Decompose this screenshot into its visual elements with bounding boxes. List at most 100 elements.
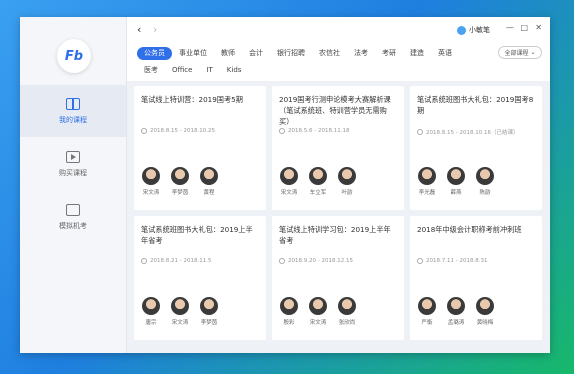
- sidebar-item-label: 购买课程: [59, 168, 87, 177]
- course-title: 2018年中级会计职称考前冲刺班: [417, 225, 522, 234]
- tab-yikao[interactable]: 医考: [137, 64, 165, 77]
- course-title: 笔试系统班图书大礼包：2019上半年省考: [141, 225, 253, 245]
- sidebar: Fb 我的课程 购买课程 模拟机考: [20, 17, 127, 353]
- course-card[interactable]: 笔试系统班图书大礼包：2019上半年省考 2018.8.21 - 2018.11…: [134, 216, 266, 340]
- chevron-down-icon: ⌄: [530, 49, 536, 56]
- teacher-name: 宋文涛: [280, 190, 298, 196]
- teacher: 李梦茵: [199, 297, 219, 326]
- course-date: 2018.7.11 - 2018.8.31: [426, 258, 488, 264]
- teacher-avatar: [280, 167, 298, 185]
- teacher-name: 李梦茵: [200, 320, 218, 326]
- course-card[interactable]: 笔试系统班图书大礼包：2019国考8期 2018.8.15 - 2018.10.…: [410, 86, 542, 210]
- forward-icon[interactable]: ›: [153, 23, 157, 36]
- exam-icon: [66, 203, 80, 216]
- user-menu[interactable]: 小敏笔: [457, 25, 490, 35]
- teacher: 李梦茵: [170, 167, 190, 196]
- teacher-name: 李光磊: [418, 190, 436, 196]
- sidebar-item-buy-courses[interactable]: 购买课程: [20, 138, 126, 190]
- teacher-name: 殷彩: [283, 320, 295, 326]
- minimize-icon[interactable]: —: [506, 23, 514, 32]
- teacher-name: 唐宗: [145, 320, 157, 326]
- teacher: 殷彩: [279, 297, 299, 326]
- clock-icon: [279, 128, 285, 134]
- clock-icon: [141, 128, 147, 134]
- teacher: 车立军: [308, 167, 328, 196]
- course-title: 笔试系统班图书大礼包：2019国考8期: [417, 95, 534, 115]
- course-title: 2019国考行测申论模考大赛解析课（笔试系统班、特训营学员无需购买）: [279, 95, 391, 126]
- teacher-name: 薛燕: [450, 190, 462, 196]
- main-panel: ‹ › 小敏笔 — □ ✕ 公务员 事业单位 教师 会计 银行招聘 农信社 法考…: [127, 17, 550, 353]
- teacher-avatar: [280, 297, 298, 315]
- teacher-name: 车立军: [309, 190, 327, 196]
- teacher-name: 宋文涛: [171, 320, 189, 326]
- clock-icon: [141, 258, 147, 264]
- course-filter-label: 全部课程: [504, 50, 529, 57]
- maximize-icon[interactable]: □: [520, 23, 528, 32]
- teacher-avatar: [309, 297, 327, 315]
- teacher-avatar: [200, 297, 218, 315]
- tab-jianzao[interactable]: 建造: [403, 47, 431, 60]
- tab-shiye[interactable]: 事业单位: [172, 47, 214, 60]
- teacher-avatar: [171, 297, 189, 315]
- sidebar-item-label: 我的课程: [59, 115, 87, 124]
- top-bar: ‹ › 小敏笔 — □ ✕: [127, 17, 550, 43]
- teacher: 唐宗: [141, 297, 161, 326]
- sidebar-item-my-courses[interactable]: 我的课程: [20, 85, 126, 137]
- category-tabs: 公务员 事业单位 教师 会计 银行招聘 农信社 法考 考研 建造 英语 医考 O…: [137, 46, 542, 80]
- sidebar-item-mock-exam[interactable]: 模拟机考: [20, 191, 126, 243]
- teacher: 宋文涛: [170, 297, 190, 326]
- teacher-avatar: [418, 297, 436, 315]
- clock-icon: [417, 258, 423, 264]
- teacher-avatar: [338, 167, 356, 185]
- teacher-name: 黄晓梅: [476, 320, 494, 326]
- teacher-name: 李梦茵: [171, 190, 189, 196]
- course-card[interactable]: 笔试线上特训营：2019国考5期 2018.8.15 - 2018.10.25 …: [134, 86, 266, 210]
- tab-gongwuyuan[interactable]: 公务员: [137, 46, 172, 60]
- tab-yingyu[interactable]: 英语: [431, 47, 459, 60]
- course-title: 笔试线上特训营：2019国考5期: [141, 95, 243, 104]
- course-grid: 笔试线上特训营：2019国考5期 2018.8.15 - 2018.10.25 …: [127, 81, 550, 353]
- teacher: 严衡: [417, 297, 437, 326]
- sidebar-item-label: 模拟机考: [59, 221, 87, 230]
- teacher: 宋文涛: [308, 297, 328, 326]
- teacher-avatar: [476, 297, 494, 315]
- tab-kids[interactable]: Kids: [220, 64, 249, 77]
- teacher: 叶韵: [337, 167, 357, 196]
- course-date: 2018.8.21 - 2018.11.5: [150, 258, 212, 264]
- course-date: 2018.9.20 - 2018.12.15: [288, 258, 353, 264]
- course-card[interactable]: 2018年中级会计职称考前冲刺班 2018.7.11 - 2018.8.31 严…: [410, 216, 542, 340]
- app-logo: Fb: [57, 39, 91, 73]
- tab-jiaoshi[interactable]: 教师: [214, 47, 242, 60]
- book-icon: [66, 97, 80, 110]
- tab-yinhang[interactable]: 银行招聘: [270, 47, 312, 60]
- tab-office[interactable]: Office: [165, 64, 199, 77]
- teacher-avatar: [418, 167, 436, 185]
- course-card[interactable]: 笔试线上特训学习包：2019上半年省考 2018.9.20 - 2018.12.…: [272, 216, 404, 340]
- teacher-name: 张欣尚: [338, 320, 356, 326]
- teacher: 宋文涛: [279, 167, 299, 196]
- course-filter-select[interactable]: 全部课程 ⌄: [498, 46, 542, 59]
- tab-kaoyan[interactable]: 考研: [375, 47, 403, 60]
- teacher: 黄晓梅: [475, 297, 495, 326]
- teacher-name: 孟璐涛: [447, 320, 465, 326]
- teacher-avatar: [447, 167, 465, 185]
- course-title: 笔试线上特训学习包：2019上半年省考: [279, 225, 391, 245]
- course-date: 2018.8.15 - 2018.10.16（已结课）: [426, 130, 519, 136]
- tab-kuaiji[interactable]: 会计: [242, 47, 270, 60]
- teacher-name: 严衡: [421, 320, 433, 326]
- clock-icon: [417, 129, 423, 135]
- back-icon[interactable]: ‹: [137, 23, 141, 36]
- tab-it[interactable]: IT: [199, 64, 219, 77]
- tab-fakao[interactable]: 法考: [347, 47, 375, 60]
- teacher-name: 黄程: [203, 190, 215, 196]
- course-date: 2018.5.6 - 2018.11.18: [288, 128, 350, 134]
- close-icon[interactable]: ✕: [535, 23, 542, 32]
- video-icon: [66, 150, 80, 163]
- avatar: [457, 25, 466, 35]
- teacher: 黄程: [199, 167, 219, 196]
- course-card[interactable]: 2019国考行测申论模考大赛解析课（笔试系统班、特训营学员无需购买） 2018.…: [272, 86, 404, 210]
- tab-nongxinshe[interactable]: 农信社: [312, 47, 347, 60]
- teacher-name: 陈韵: [479, 190, 491, 196]
- teacher-name: 宋文涛: [142, 190, 160, 196]
- teacher: 薛燕: [446, 167, 466, 196]
